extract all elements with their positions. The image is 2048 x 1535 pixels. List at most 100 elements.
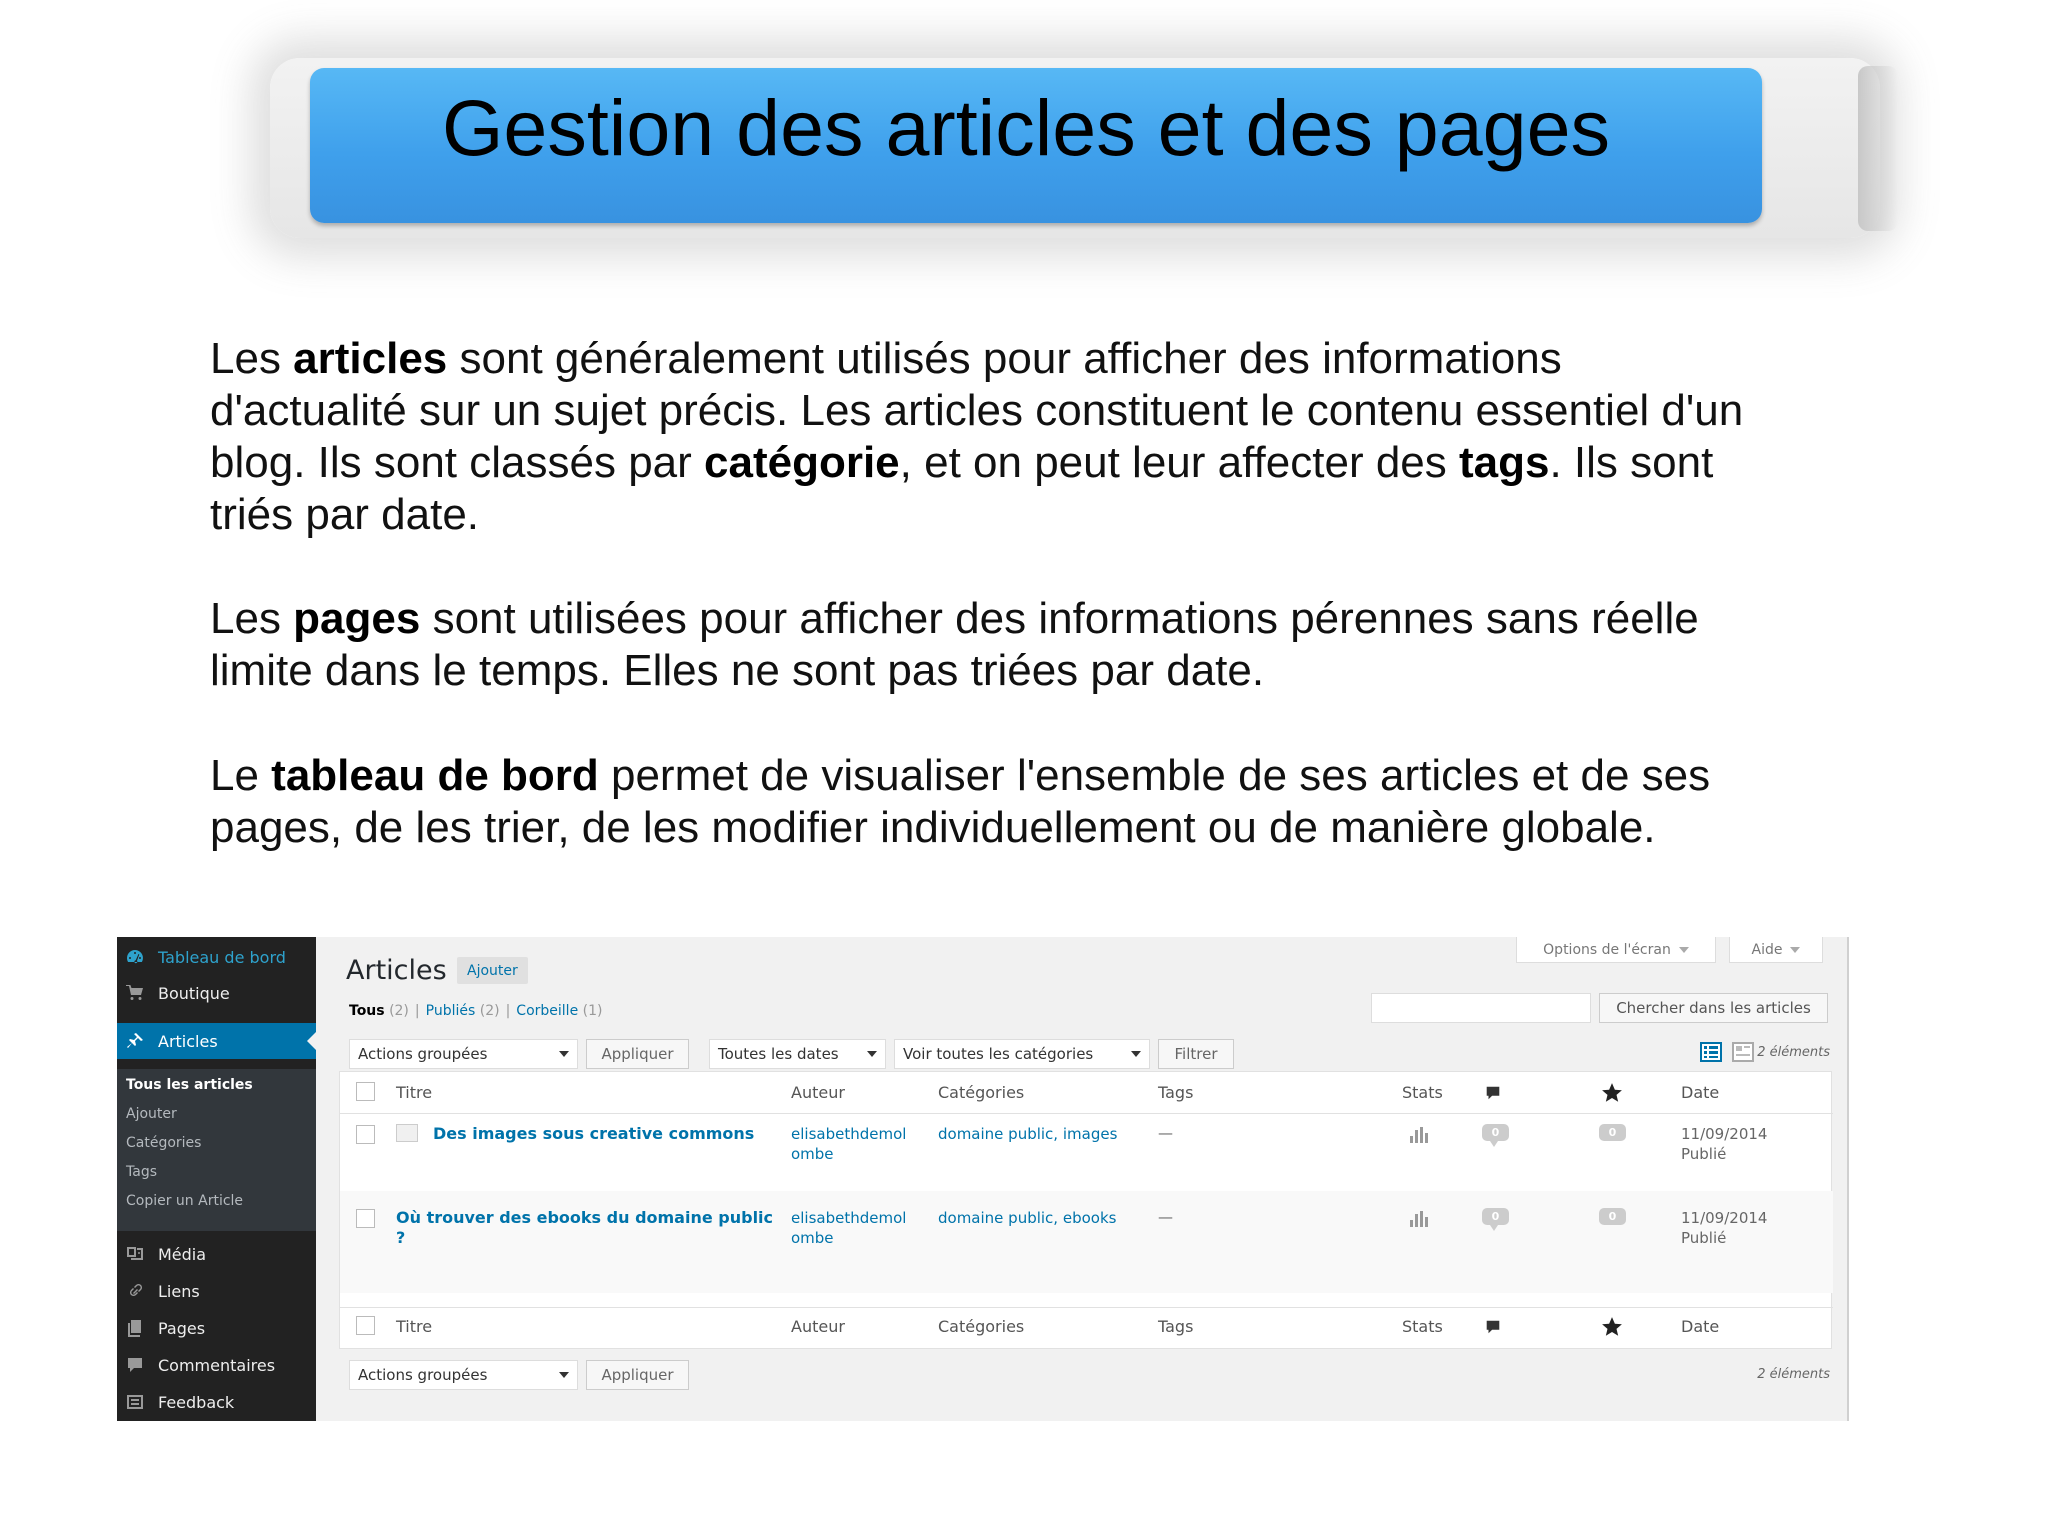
comments-column-icon[interactable]: [1484, 1084, 1502, 1102]
row-checkbox[interactable]: [356, 1209, 375, 1228]
sidebar-item-label: Pages: [158, 1318, 206, 1338]
bold-term: tableau de bord: [271, 751, 599, 800]
filter-all[interactable]: Tous: [349, 1003, 385, 1019]
column-author: Auteur: [791, 1083, 845, 1102]
status-filters: Tous (2) | Publiés (2) | Corbeille (1): [349, 1003, 602, 1019]
text: Les: [210, 334, 294, 383]
posts-table: Titre Auteur Catégories Tags Stats Date …: [339, 1071, 1833, 1349]
sidebar-item-label: Articles: [158, 1031, 218, 1051]
star-icon[interactable]: [1601, 1316, 1623, 1338]
submenu-copy-article[interactable]: Copier un Article: [126, 1193, 243, 1209]
screen-options-tab[interactable]: Options de l'écran: [1516, 937, 1716, 963]
column-categories: Catégories: [938, 1083, 1025, 1102]
sidebar-item-links[interactable]: Liens: [117, 1273, 316, 1309]
caret-down-icon: [867, 1051, 877, 1057]
sidebar-item-articles[interactable]: Articles: [117, 1023, 316, 1059]
admin-main: Options de l'écran Aide Articles Ajouter…: [316, 937, 1849, 1421]
author-line: ombe: [791, 1229, 834, 1247]
post-title-link[interactable]: Où trouver des ebooks du domaine public?: [396, 1208, 773, 1248]
bold-term: pages: [293, 594, 421, 643]
sidebar-item-comments[interactable]: Commentaires: [117, 1347, 316, 1383]
search-articles-button[interactable]: Chercher dans les articles: [1599, 993, 1828, 1023]
sidebar-item-media[interactable]: Média: [117, 1236, 316, 1272]
column-date[interactable]: Date: [1681, 1083, 1719, 1102]
column-tags: Tags: [1158, 1083, 1194, 1102]
author-line: elisabethdemol: [791, 1125, 907, 1143]
submenu-all-articles[interactable]: Tous les articles: [126, 1077, 253, 1093]
column-title[interactable]: Titre: [396, 1083, 432, 1102]
category-filter-select[interactable]: Voir toutes les catégories: [894, 1039, 1150, 1069]
apply-button-bottom[interactable]: Appliquer: [586, 1360, 689, 1390]
pin-icon: [122, 1030, 148, 1052]
add-new-button[interactable]: Ajouter: [457, 957, 528, 984]
date-filter-select[interactable]: Toutes les dates: [709, 1039, 886, 1069]
caret-down-icon: [559, 1051, 569, 1057]
title-line: ?: [396, 1228, 406, 1247]
post-author[interactable]: elisabethdemol ombe: [791, 1208, 906, 1248]
post-categories[interactable]: domaine public, ebooks: [938, 1208, 1116, 1228]
pages-icon: [122, 1317, 148, 1339]
active-indicator: [307, 1032, 316, 1050]
comment-count-bubble[interactable]: 0: [1482, 1208, 1509, 1231]
filter-button[interactable]: Filtrer: [1158, 1039, 1234, 1069]
submenu-add[interactable]: Ajouter: [126, 1106, 177, 1122]
admin-sidebar: Tableau de bord Boutique Articles Tous l…: [117, 937, 316, 1421]
bold-term: catégorie: [704, 438, 900, 487]
caret-down-icon: [1131, 1051, 1141, 1057]
header-divider: [340, 1113, 1833, 1114]
select-all-checkbox-footer[interactable]: [356, 1316, 375, 1335]
separator: |: [505, 1003, 511, 1019]
status-value: Publié: [1681, 1145, 1727, 1163]
sidebar-item-dashboard[interactable]: Tableau de bord: [117, 939, 316, 975]
item-count-bottom: 2 éléments: [1757, 1367, 1830, 1382]
select-all-checkbox[interactable]: [356, 1082, 375, 1101]
item-count: 2 éléments: [1757, 1045, 1830, 1060]
column-date-footer[interactable]: Date: [1681, 1317, 1719, 1336]
footer-divider: [340, 1307, 1833, 1308]
like-count-bubble: 0: [1599, 1208, 1626, 1225]
submenu-tags[interactable]: Tags: [126, 1164, 157, 1180]
bulk-actions-select[interactable]: Actions groupées: [349, 1039, 578, 1069]
row-checkbox[interactable]: [356, 1125, 375, 1144]
stats-icon[interactable]: [1409, 1210, 1429, 1228]
submenu-categories[interactable]: Catégories: [126, 1135, 201, 1151]
comment-icon: [122, 1354, 148, 1376]
stats-icon[interactable]: [1409, 1126, 1429, 1144]
comment-count-bubble[interactable]: 0: [1482, 1124, 1509, 1147]
sidebar-item-feedback[interactable]: Feedback: [117, 1384, 316, 1420]
column-stats-footer: Stats: [1402, 1317, 1443, 1336]
filter-count: (2): [389, 1003, 409, 1019]
post-categories[interactable]: domaine public, images: [938, 1124, 1117, 1144]
star-icon[interactable]: [1601, 1082, 1623, 1104]
image-placeholder-icon: [396, 1124, 418, 1142]
sidebar-item-label: Média: [158, 1244, 207, 1264]
comments-column-icon[interactable]: [1484, 1318, 1502, 1336]
sidebar-item-pages[interactable]: Pages: [117, 1310, 316, 1346]
post-tags: —: [1158, 1124, 1173, 1142]
text: , et on peut leur affecter des: [899, 438, 1459, 487]
list-view-icon[interactable]: [1700, 1042, 1722, 1062]
apply-button[interactable]: Appliquer: [586, 1039, 689, 1069]
link-icon: [122, 1280, 148, 1302]
filter-count: (1): [582, 1003, 603, 1019]
select-value: Actions groupées: [358, 1366, 488, 1384]
feedback-icon: [122, 1391, 148, 1413]
post-title-link[interactable]: Des images sous creative commons: [433, 1124, 754, 1144]
column-title-footer[interactable]: Titre: [396, 1317, 432, 1336]
dashboard-icon: [122, 946, 148, 968]
text: sont utilisées pour afficher des informa…: [210, 594, 1699, 695]
filter-published[interactable]: Publiés: [426, 1003, 476, 1019]
bulk-actions-select-bottom[interactable]: Actions groupées: [349, 1360, 578, 1390]
title-line: Où trouver des ebooks du domaine public: [396, 1208, 774, 1227]
filter-trash[interactable]: Corbeille: [516, 1003, 578, 1019]
wordpress-screenshot: Tableau de bord Boutique Articles Tous l…: [117, 937, 1849, 1421]
column-tags-footer: Tags: [1158, 1317, 1194, 1336]
articles-submenu: Tous les articles Ajouter Catégories Tag…: [117, 1069, 316, 1231]
search-input[interactable]: [1371, 993, 1591, 1023]
help-tab[interactable]: Aide: [1729, 937, 1823, 963]
status-value: Publié: [1681, 1229, 1727, 1247]
post-author[interactable]: elisabethdemol ombe: [791, 1124, 906, 1164]
like-count-bubble: 0: [1599, 1124, 1626, 1141]
sidebar-item-shop[interactable]: Boutique: [117, 975, 316, 1011]
cart-icon: [122, 982, 148, 1004]
